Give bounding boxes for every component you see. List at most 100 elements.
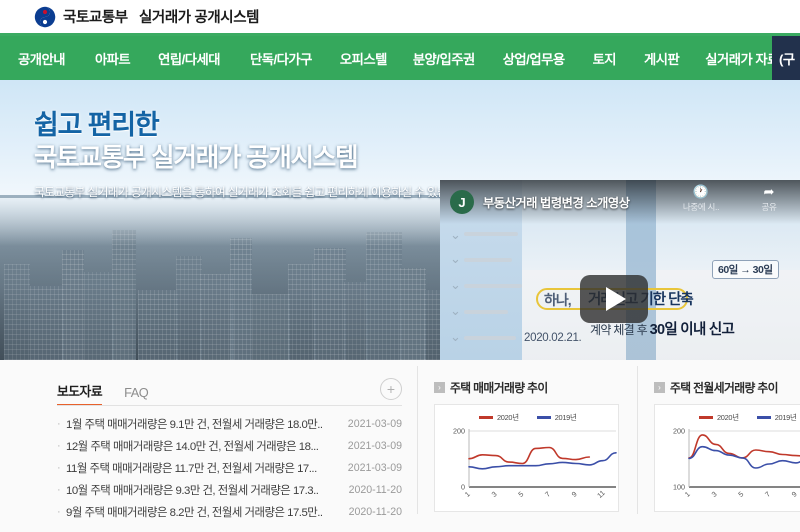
play-overlay-icon[interactable] [580,275,648,323]
video-title[interactable]: 부동산거래 법령변경 소개영상 [483,193,630,211]
thumbnail-date: 2020.02.21. [524,332,582,344]
svg-text:5: 5 [516,489,525,498]
nav-item-6[interactable]: 분양/입주권 [413,36,475,80]
site-logo-text: 국토교통부 실거래가 공개시스템 [63,6,259,27]
site-header: 국토교통부 실거래가 공개시스템 [0,0,800,36]
thumbnail-caption-one: 하나, [544,292,572,308]
svg-text:3: 3 [490,489,499,498]
building-silhouette [314,248,346,360]
hero-banner: 쉽고 편리한 국토교통부 실거래가 공개시스템 국토교통부 실거래가 공개시스템… [0,80,800,360]
svg-text:1: 1 [683,489,692,498]
video-action-clock[interactable]: 🕐 나중에 시.. [680,184,722,213]
press-item-date: 2021-03-09 [347,462,402,474]
svg-text:5: 5 [736,489,745,498]
hero-text-block: 쉽고 편리한 국토교통부 실거래가 공개시스템 국토교통부 실거래가 공개시스템… [34,110,471,200]
nav-item-2[interactable]: 아파트 [94,36,131,80]
nav-right-section[interactable]: (구 [772,36,800,80]
svg-text:200: 200 [453,427,465,436]
nav-item-label: 게시판 [644,51,680,67]
chevron-down-icon: ⌄ [450,227,461,242]
lower-content-area: 보도자료 FAQ + · 1월 주택 매매거래량은 9.1만 건, 전월세 거래량은… [0,360,800,532]
site-logo[interactable]: 국토교통부 실거래가 공개시스템 [34,6,259,28]
chevron-down-icon: ⌄ [450,303,461,318]
press-item-date: 2020-11-20 [348,506,402,518]
press-item-title: 1월 주택 매매거래량은 9.1만 건, 전월세 거래량은 18.0만.. [66,419,323,431]
caption-sub-strong: 30일 이내 신고 [649,322,735,338]
bullet-icon: · [57,418,61,430]
chart-panel-sales-volume: › 주택 매매거래량 추이 2020년 2019년 0 200 1 3 5 7 9 11 [434,378,631,532]
hero-headline-1: 쉽고 편리한 [34,110,160,140]
tab-press[interactable]: 보도자료 [57,381,103,406]
nav-right-label: (구 [779,51,795,67]
nav-item-4[interactable]: 단독/다가구 [250,36,312,80]
channel-avatar[interactable]: J [450,190,474,214]
bullet-icon: · [57,462,61,474]
building-silhouette [30,286,64,360]
nav-item-label: 연립/다세대 [158,51,221,67]
svg-text:7: 7 [543,489,552,498]
hero-headline-2: 국토교통부 실거래가 공개시스템 [34,144,359,173]
thumbnail-badge-deadline: 60일 → 30일 [712,260,779,279]
video-action-label: 공유 [761,202,777,212]
building-silhouette [288,264,316,360]
press-list-item[interactable]: · 12월 주택 매매거래량은 14.0만 건, 전월세 거래량은 18... 20… [57,435,402,457]
thumbnail-placeholder-line [464,232,518,236]
video-actions: 🕐 나중에 시.. ➦ 공유 [680,184,790,213]
tab-faq[interactable]: FAQ [124,385,149,406]
building-silhouette [344,282,368,360]
nav-item-8[interactable]: 토지 [592,36,617,80]
nav-item-label: 공개안내 [18,51,65,67]
video-action-label: 나중에 시.. [682,202,720,212]
nav-item-label: 오피스텔 [339,51,387,67]
chevron-right-icon: › [434,381,445,393]
svg-text:100: 100 [673,483,685,492]
panel-divider [637,366,638,514]
svg-text:1: 1 [463,489,472,498]
press-list-item[interactable]: · 11월 주택 매매거래량은 11.7만 건, 전월세 거래량은 17... 20… [57,457,402,479]
page-root: 국토교통부 실거래가 공개시스템 공개안내 아파트 연립/다세대 단독/다가구 오피스텔… [0,0,800,532]
nav-item-label: 토지 [592,51,617,67]
press-list-item[interactable]: · 9월 주택 매매거래량은 8.2만 건, 전월세 거래량은 17.5만.. 20… [57,501,402,523]
building-silhouette [176,256,202,360]
logo-service: 실거래가 공개시스템 [138,10,260,26]
plus-icon[interactable]: + [380,378,402,400]
bullet-icon: · [57,506,61,518]
building-silhouette [366,232,402,360]
press-release-panel: 보도자료 FAQ + · 1월 주택 매매거래량은 9.1만 건, 전월세 거래량은… [57,378,402,532]
nav-items-container: 공개안내 아파트 연립/다세대 단독/다가구 오피스텔 분양/입주권 상업/업무용 토지 게시판… [0,36,800,80]
press-list-item[interactable]: · 10월 주택 매매거래량은 9.3만 건, 전월세 거래량은 17.3.. 20… [57,479,402,501]
share-arrow-icon: ➦ [763,184,775,199]
video-action-share-arrow[interactable]: ➦ 공유 [748,184,790,213]
nav-item-label: 아파트 [94,51,131,67]
press-item-date: 2020-11-20 [348,484,402,496]
video-header-overlay: J 부동산거래 법령변경 소개영상 🕐 나중에 시.. ➦ 공유 [440,180,800,224]
caption-sub-pre: 계약 체결 후 [590,323,650,337]
chart-title: 주택 매매거래량 추이 [450,380,548,395]
building-silhouette [62,250,84,360]
chevron-down-icon: ⌄ [450,277,461,292]
chevron-down-icon: ⌄ [450,251,461,266]
nav-item-1[interactable]: 공개안내 [18,36,65,80]
logo-ministry: 국토교통부 [63,10,128,26]
press-tabs: 보도자료 FAQ [57,378,402,406]
press-list-item[interactable]: · 1월 주택 매매거래량은 9.1만 건, 전월세 거래량은 18.0만.. 20… [57,413,402,435]
clock-icon: 🕐 [692,184,710,199]
tab-label: FAQ [124,385,149,400]
building-silhouette [400,268,426,360]
chart-svg: 02001 3 5 7 9 11 [453,427,617,500]
svg-text:9: 9 [570,489,579,498]
video-player[interactable]: ⌄ ⌄ ⌄ ⌄ ⌄ ⌄ 60일 → 30일 하나, 거래신고 기한 단축 계약 … [440,180,800,360]
nav-item-7[interactable]: 상업/업무용 [503,36,565,80]
chart-canvas[interactable]: 2020년 2019년 0 200 1 3 5 7 9 11 [434,404,619,512]
nav-item-9[interactable]: 게시판 [644,36,680,80]
panel-divider [417,366,418,514]
chevron-right-icon: › [654,381,665,393]
nav-item-3[interactable]: 연립/다세대 [158,36,220,80]
building-silhouette [252,294,290,360]
nav-item-label: 단독/다가구 [250,51,312,67]
nav-item-label: 상업/업무용 [502,51,565,67]
nav-item-5[interactable]: 오피스텔 [340,36,387,80]
chart-canvas[interactable]: 2020년2019년 1002001357911 [654,404,800,512]
nav-item-label: 분양/입주권 [412,51,475,67]
tab-label: 보도자료 [57,384,103,399]
